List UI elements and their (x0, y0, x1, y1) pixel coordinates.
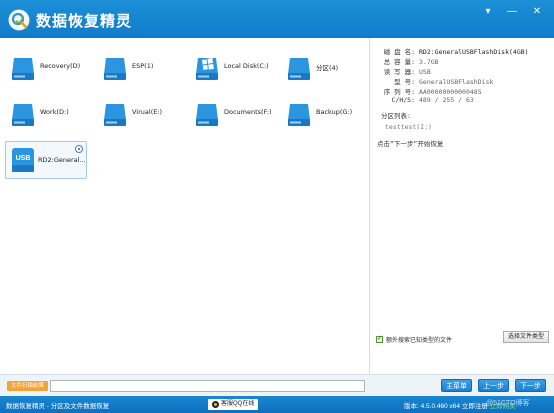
scan-result-path-input[interactable] (50, 380, 365, 392)
info-value: 489 / 255 / 63 (419, 96, 474, 104)
drive-label: Recovery(D) (40, 62, 81, 70)
select-file-type-button[interactable]: 选择文件类型 (503, 331, 549, 343)
status-app-description: 数据恢复精灵 - 分区及文件数据恢复 (6, 403, 110, 410)
minimize-button[interactable]: — (505, 6, 519, 18)
info-value: RD2:GeneralUSBFlashDisk(4GB) (419, 48, 529, 56)
version-label: 版本: 4.5.0.460 x64 (404, 403, 461, 410)
watermark-text: @51CTO博客 (486, 400, 530, 407)
drive-item-work[interactable]: Work(D:) (6, 96, 90, 132)
drive-item-virual[interactable]: Virual(E:) (98, 96, 182, 132)
customer-service-qq-button[interactable]: 客服QQ在线 (208, 399, 259, 410)
next-step-hint: 点击“下一步”开始恢复 (377, 140, 444, 148)
drive-label: Work(D:) (40, 108, 69, 116)
info-row-disk-name: 磁 盘 名: RD2:GeneralUSBFlashDisk(4GB) (381, 46, 529, 56)
title-bar: 数据恢复精灵 ▾ — ✕ (0, 0, 554, 38)
disk-info-pane: 磁 盘 名: RD2:GeneralUSBFlashDisk(4GB) 总 容 量… (371, 38, 554, 374)
drive-item-documents[interactable]: Documents(F:) (190, 96, 274, 132)
qq-icon (212, 401, 219, 408)
info-key: 磁 盘 名: (383, 48, 415, 56)
menu-dropdown-button[interactable]: ▾ (481, 6, 495, 18)
hard-drive-icon (288, 58, 310, 80)
drive-label: Backup(G:) (316, 108, 353, 116)
drive-label: ESP(1) (132, 62, 154, 70)
info-value: 3.7GB (419, 58, 439, 66)
extra-search-option[interactable]: 额外搜索已知类型的文件 (376, 334, 452, 344)
bottom-toolbar: 文件扫描结果 主菜单 上一步 下一步 (0, 374, 554, 396)
drive-item-local-disk-c[interactable]: Local Disk(C:) (190, 50, 274, 86)
info-key: 总 容 量: (383, 58, 415, 66)
customer-service-label: 客服QQ在线 (221, 401, 255, 407)
info-key: 序 列 号: (383, 88, 415, 96)
partition-list-title: 分区列表: (381, 112, 411, 120)
hard-drive-icon (104, 104, 126, 126)
previous-button[interactable]: 上一步 (478, 379, 509, 392)
drive-label: 分区(4) (316, 64, 339, 72)
app-logo-icon (8, 9, 30, 31)
home-menu-button[interactable]: 主菜单 (441, 379, 472, 392)
drive-item-recovery[interactable]: Recovery(D) (6, 50, 90, 86)
usb-drive-icon: USB (12, 148, 34, 172)
info-row-capacity: 总 容 量: 3.7GB (381, 56, 439, 66)
app-title: 数据恢复精灵 (36, 12, 133, 30)
windows-drive-icon (196, 58, 218, 80)
info-row-chs: C/H/S: 489 / 255 / 63 (381, 96, 474, 104)
drive-label: Documents(F:) (224, 108, 272, 116)
hard-drive-icon (12, 58, 34, 80)
close-button[interactable]: ✕ (530, 6, 544, 18)
hard-drive-icon (12, 104, 34, 126)
selected-radio-icon[interactable] (75, 145, 83, 153)
info-value: GeneralUSBFlashDisk (419, 78, 494, 86)
drive-item-partition-4[interactable]: 分区(4) (282, 50, 366, 86)
status-bar: 数据恢复精灵 - 分区及文件数据恢复 客服QQ在线 版本: 4.5.0.460 … (0, 396, 554, 413)
info-key: 读 写 器: (383, 68, 415, 76)
drive-list-pane: Recovery(D) ESP(1) Local Disk(C:) 分区(4) (0, 38, 370, 374)
info-value: AA00000000000485 (419, 88, 482, 96)
drive-item-usb-rd2[interactable]: USB RD2:General... (5, 141, 87, 179)
usb-badge: USB (16, 155, 31, 162)
info-row-model: 型 号: GeneralUSBFlashDisk (381, 76, 493, 86)
register-link[interactable]: 立即注册 (462, 403, 488, 410)
extra-search-checkbox[interactable] (376, 334, 383, 343)
drive-item-esp[interactable]: ESP(1) (98, 50, 182, 86)
info-value: USB (419, 68, 431, 76)
info-row-serial: 序 列 号: AA00000000000485 (381, 86, 482, 96)
drive-label: RD2:General... (38, 156, 86, 164)
hard-drive-icon (196, 104, 218, 126)
scan-result-label: 文件扫描结果 (7, 381, 48, 391)
drive-label: Local Disk(C:) (224, 62, 269, 70)
partition-item[interactable]: testtest(I:) (385, 123, 432, 131)
drive-label: Virual(E:) (132, 108, 163, 116)
hard-drive-icon (288, 104, 310, 126)
info-row-reader: 读 写 器: USB (381, 66, 431, 76)
info-key: 型 号: (394, 78, 415, 86)
drive-item-backup[interactable]: Backup(G:) (282, 96, 366, 132)
extra-search-label: 额外搜索已知类型的文件 (386, 337, 453, 344)
info-key: C/H/S: (391, 96, 415, 104)
hard-drive-icon (104, 58, 126, 80)
next-button[interactable]: 下一步 (515, 379, 546, 392)
